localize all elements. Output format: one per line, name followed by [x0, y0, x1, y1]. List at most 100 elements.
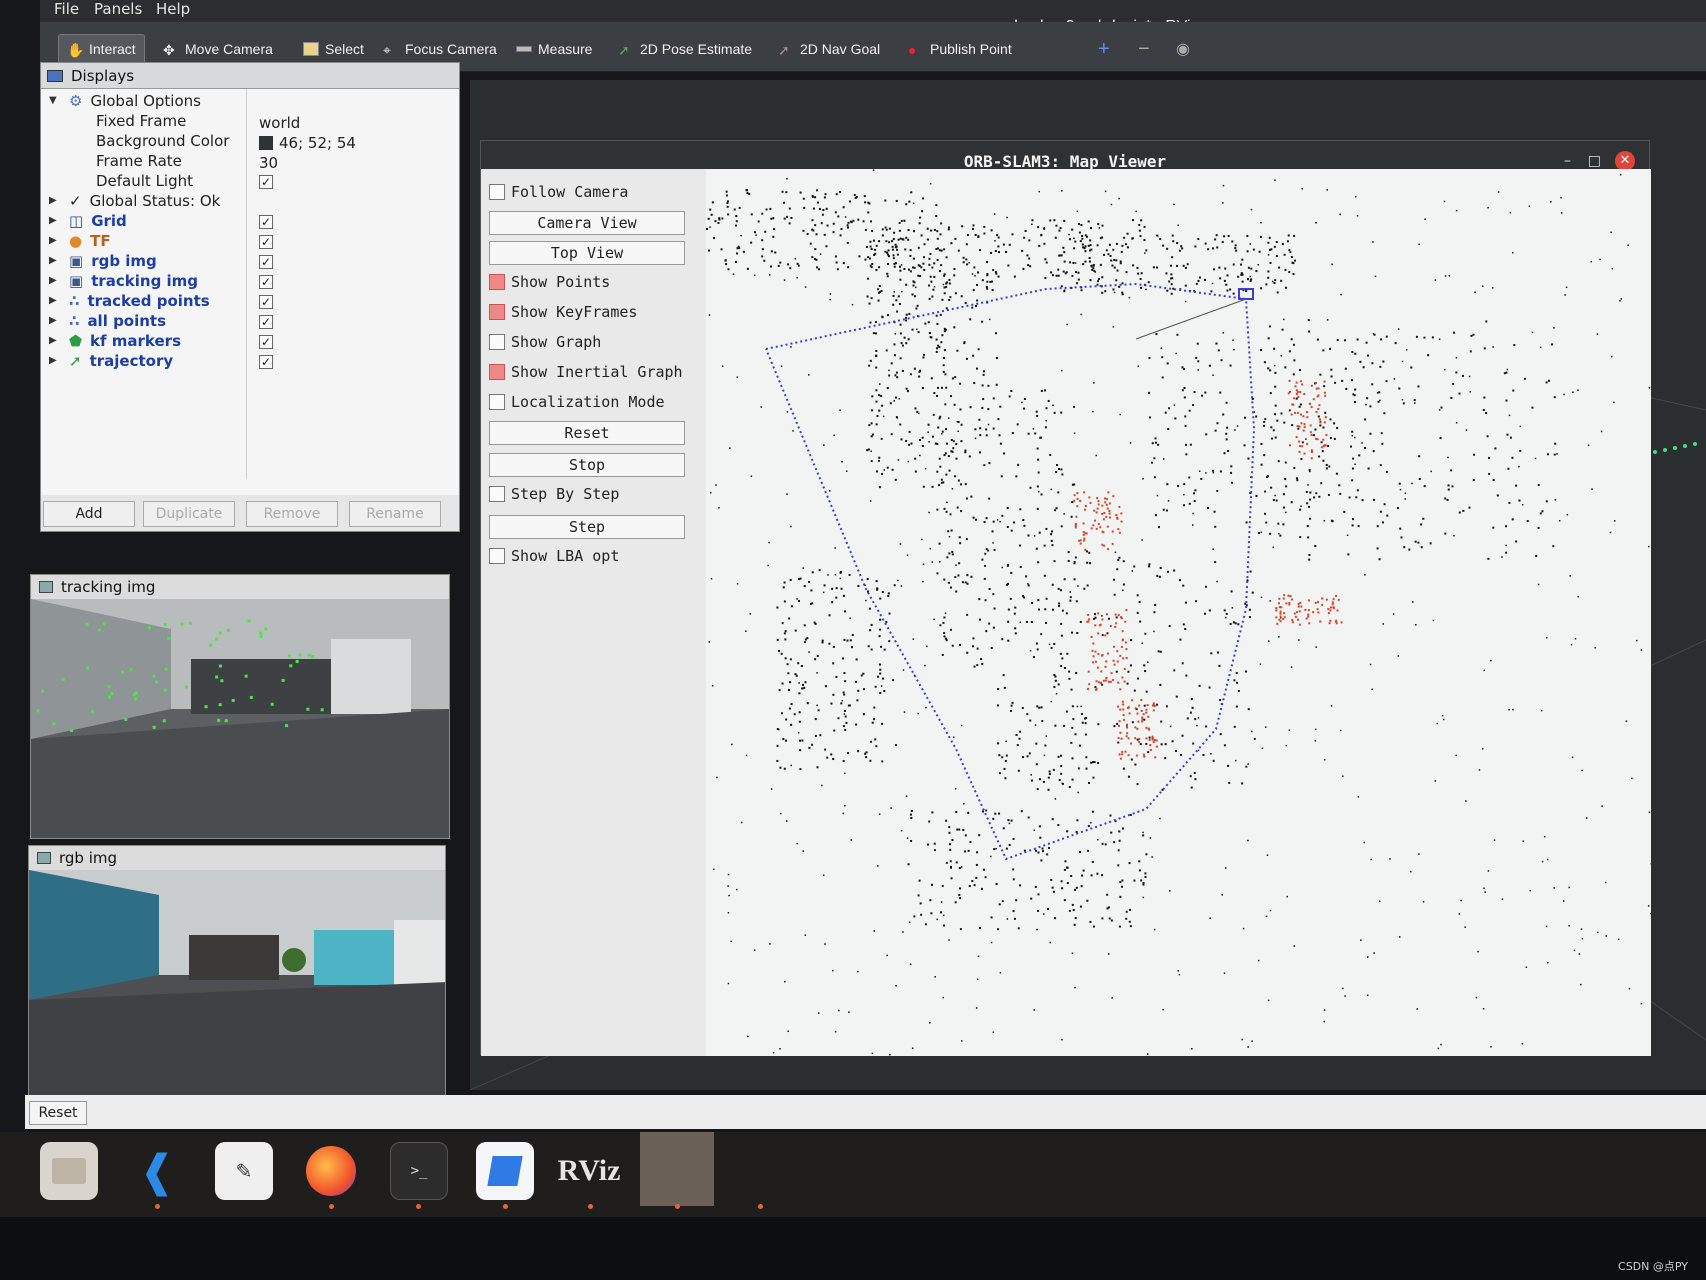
map-point — [711, 685, 714, 687]
display-item-checkbox[interactable]: ✓ — [259, 215, 273, 229]
map-point — [941, 334, 944, 337]
expand-right-icon[interactable]: ▶ — [49, 275, 57, 286]
map-point — [973, 266, 976, 269]
publish-point-tool[interactable]: ● Publish Point — [900, 34, 1020, 64]
map-point — [942, 621, 945, 624]
active-map-point — [1310, 449, 1313, 452]
menu-panels[interactable]: Panels — [94, 0, 142, 18]
show-inertial-graph-checkbox[interactable]: Show Inertial Graph — [489, 361, 683, 383]
map-point — [936, 258, 939, 261]
terminal-icon[interactable]: >_ — [390, 1142, 448, 1200]
display-item-checkbox[interactable]: ✓ — [259, 275, 273, 289]
minus-icon[interactable]: − — [1130, 34, 1158, 64]
display-item-checkbox[interactable]: ✓ — [259, 335, 273, 349]
frame-rate-value[interactable]: 30 — [259, 153, 278, 173]
camera-view-button[interactable]: Camera View — [489, 211, 685, 235]
map-point — [1110, 259, 1113, 262]
map-point — [998, 772, 1001, 775]
maximize-icon[interactable]: □ — [1588, 153, 1601, 169]
display-item[interactable]: ▣ rgb img — [69, 251, 157, 271]
map-point — [955, 811, 958, 814]
default-light-checkbox[interactable]: ✓ — [259, 175, 273, 189]
display-item-checkbox[interactable]: ✓ — [259, 235, 273, 249]
display-item-checkbox[interactable]: ✓ — [259, 315, 273, 329]
minimize-icon[interactable]: – — [1564, 153, 1571, 169]
map-point — [999, 405, 1002, 408]
duplicate-button[interactable]: Duplicate — [143, 501, 235, 527]
menu-help[interactable]: Help — [156, 0, 190, 18]
map-point — [829, 298, 831, 301]
files-icon[interactable] — [40, 1142, 98, 1200]
display-item[interactable]: ➚ trajectory — [69, 351, 173, 371]
show-graph-checkbox[interactable]: Show Graph — [489, 331, 601, 353]
global-options-row[interactable]: ⚙ Global Options — [69, 91, 201, 111]
expand-right-icon[interactable]: ▶ — [49, 215, 57, 226]
firefox-icon[interactable] — [302, 1142, 360, 1200]
map-canvas[interactable] — [706, 169, 1651, 1056]
display-item[interactable]: ∴ all points — [69, 311, 166, 331]
measure-tool[interactable]: Measure — [508, 34, 600, 64]
expand-right-icon[interactable]: ▶ — [49, 235, 57, 246]
rviz-icon[interactable]: RViz — [558, 1142, 621, 1200]
display-item-checkbox[interactable]: ✓ — [259, 255, 273, 269]
map-point — [1181, 366, 1184, 369]
display-item-checkbox[interactable]: ✓ — [259, 355, 273, 369]
status-reset-button[interactable]: Reset — [29, 1101, 87, 1125]
display-item-checkbox[interactable]: ✓ — [259, 295, 273, 309]
step-button[interactable]: Step — [489, 515, 685, 539]
workspace-thumbnail[interactable] — [640, 1132, 714, 1206]
map-point — [1053, 411, 1056, 414]
map-point — [1060, 622, 1063, 625]
expand-right-icon[interactable]: ▶ — [49, 355, 57, 366]
map-point — [870, 297, 873, 300]
pose-estimate-tool[interactable]: ➚ 2D Pose Estimate — [610, 34, 760, 64]
background-color-field[interactable]: 46; 52; 54 — [259, 133, 356, 153]
move-camera-tool[interactable]: ✥ Move Camera — [155, 34, 281, 64]
display-item[interactable]: ▣ tracking img — [69, 271, 198, 291]
rename-button[interactable]: Rename — [349, 501, 441, 527]
display-item[interactable]: ⬟ kf markers — [69, 331, 181, 351]
map-point — [1045, 735, 1048, 737]
app-icon[interactable] — [476, 1142, 534, 1200]
camera-type-icon[interactable]: ◉ — [1168, 34, 1198, 64]
global-status-row[interactable]: ✓ Global Status: Ok — [69, 191, 220, 211]
expand-right-icon[interactable]: ▶ — [49, 195, 57, 206]
follow-camera-checkbox[interactable]: Follow Camera — [489, 181, 628, 203]
top-view-button[interactable]: Top View — [489, 241, 685, 265]
expand-right-icon[interactable]: ▶ — [49, 335, 57, 346]
focus-camera-tool[interactable]: ⌖ Focus Camera — [375, 34, 505, 64]
menu-file[interactable]: File — [54, 0, 79, 18]
tracked-point — [218, 631, 222, 635]
add-button[interactable]: Add — [43, 501, 135, 527]
show-keyframes-checkbox[interactable]: Show KeyFrames — [489, 301, 637, 323]
expand-right-icon[interactable]: ▶ — [49, 255, 57, 266]
map-point — [1232, 339, 1234, 341]
show-lba-opt-checkbox[interactable]: Show LBA opt — [489, 545, 619, 567]
localization-mode-checkbox[interactable]: Localization Mode — [489, 391, 665, 413]
interact-tool[interactable]: ✋ Interact — [58, 34, 145, 64]
fixed-frame-value[interactable]: world — [259, 113, 300, 133]
display-item[interactable]: ◫ Grid — [69, 211, 127, 231]
display-item[interactable]: ∴ tracked points — [69, 291, 210, 311]
stop-button[interactable]: Stop — [489, 453, 685, 477]
expand-right-icon[interactable]: ▶ — [49, 295, 57, 306]
map-point — [929, 182, 932, 185]
vscode-icon[interactable]: ❰ — [128, 1142, 186, 1200]
show-points-checkbox[interactable]: Show Points — [489, 271, 610, 293]
close-icon[interactable]: ✕ — [1615, 151, 1635, 171]
remove-button[interactable]: Remove — [246, 501, 338, 527]
step-by-step-checkbox[interactable]: Step By Step — [489, 483, 619, 505]
display-item[interactable]: ● TF — [69, 231, 111, 251]
select-tool[interactable]: Select — [295, 34, 372, 64]
map-point — [943, 507, 946, 510]
text-editor-icon[interactable]: ✎ — [215, 1142, 273, 1200]
map-point — [1001, 756, 1004, 759]
map-point — [1205, 725, 1208, 728]
map-point — [920, 913, 923, 916]
plus-icon[interactable]: + — [1090, 34, 1118, 64]
expand-right-icon[interactable]: ▶ — [49, 315, 57, 326]
nav-goal-tool[interactable]: ➚ 2D Nav Goal — [770, 34, 888, 64]
expand-down-icon[interactable]: ▼ — [49, 95, 57, 106]
map-point — [1268, 236, 1271, 239]
reset-button[interactable]: Reset — [489, 421, 685, 445]
